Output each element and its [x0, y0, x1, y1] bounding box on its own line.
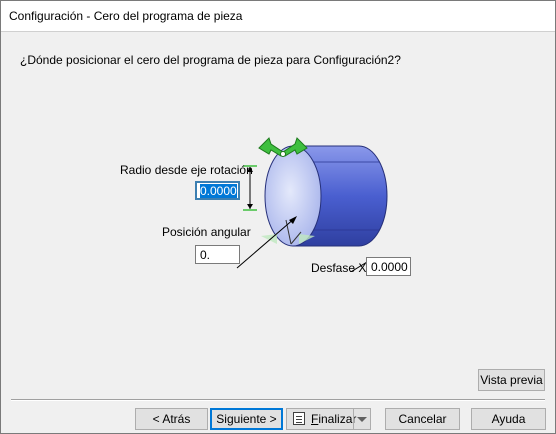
radius-input[interactable]: 0.0000 — [195, 181, 240, 200]
dialog-window: Configuración - Cero del programa de pie… — [0, 0, 556, 434]
chevron-down-icon[interactable] — [353, 409, 370, 429]
offset-x-input[interactable]: 0.0000 — [366, 257, 411, 276]
back-button[interactable]: < Atrás — [135, 408, 208, 430]
dialog-content: ¿Dónde posicionar el cero del programa d… — [1, 32, 555, 433]
offset-x-label: Desfase X — [311, 261, 367, 275]
finish-split-button[interactable]: Finalizar — [286, 408, 371, 430]
next-button[interactable]: Siguiente > — [210, 408, 283, 430]
angle-label: Posición angular — [162, 225, 251, 239]
button-separator — [11, 399, 545, 401]
angle-input[interactable]: 0. — [195, 245, 240, 264]
finish-list-icon — [293, 412, 305, 425]
question-text: ¿Dónde posicionar el cero del programa d… — [20, 53, 401, 67]
finish-label: Finalizar — [311, 412, 357, 426]
window-title: Configuración - Cero del programa de pie… — [9, 9, 243, 23]
preview-button[interactable]: Vista previa — [478, 369, 545, 391]
title-bar[interactable]: Configuración - Cero del programa de pie… — [1, 1, 555, 32]
angle-leader-line — [236, 216, 297, 269]
cancel-button[interactable]: Cancelar — [385, 408, 460, 430]
radius-label: Radio desde eje rotación — [120, 163, 253, 177]
help-button[interactable]: Ayuda — [471, 408, 546, 430]
